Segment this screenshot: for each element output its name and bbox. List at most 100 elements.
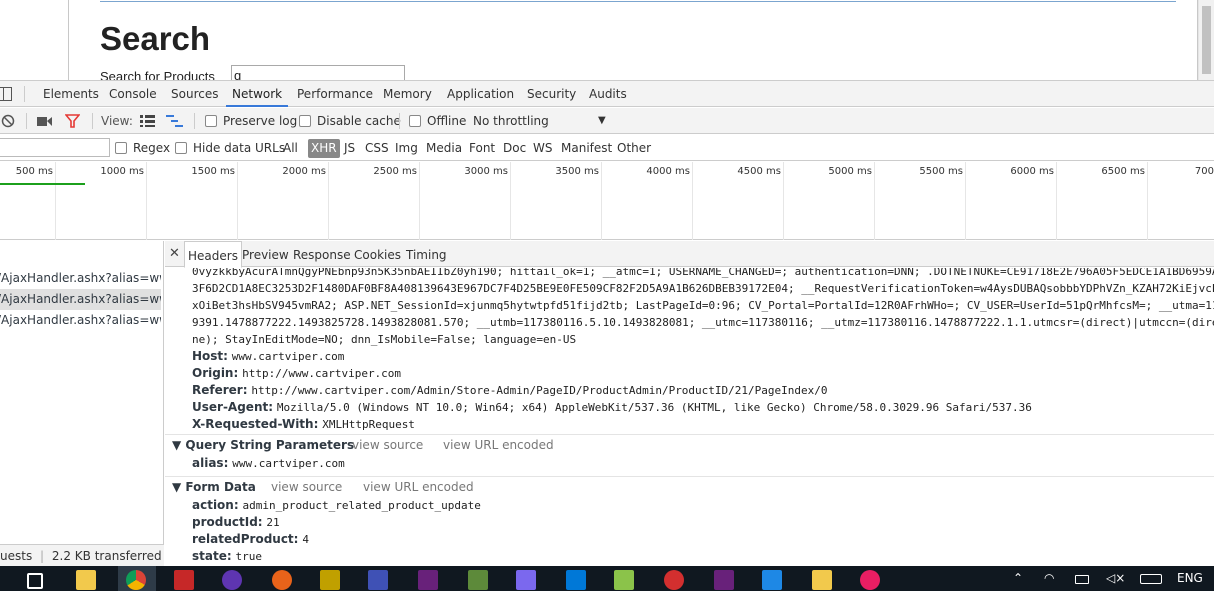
detail-tab-preview[interactable]: Preview	[242, 241, 289, 267]
filter-type-img[interactable]: Img	[392, 139, 421, 158]
hide-data-urls-checkbox[interactable]	[175, 142, 187, 154]
tab-performance[interactable]: Performance	[297, 81, 373, 107]
query-view-source-link[interactable]: view source	[352, 438, 423, 452]
filter-type-js[interactable]: JS	[341, 139, 358, 158]
large-rows-icon[interactable]	[140, 115, 155, 127]
filter-type-css[interactable]: CSS	[362, 139, 392, 158]
filezilla-icon[interactable]	[174, 570, 194, 590]
form-data-toggle[interactable]: ▼ Form Data	[172, 480, 256, 494]
request-row[interactable]: /AjaxHandler.ashx?alias=www....	[0, 289, 161, 310]
tab-network[interactable]: Network	[226, 81, 289, 107]
file-explorer-icon[interactable]	[76, 570, 96, 590]
tab-sources[interactable]: Sources	[171, 81, 218, 107]
query-view-url-encoded-link[interactable]: view URL encoded	[443, 438, 554, 452]
transferred-size: 2.2 KB transferred	[51, 549, 162, 563]
power-icon[interactable]	[664, 570, 684, 590]
windows-defender-icon[interactable]	[566, 570, 586, 590]
notepad-icon[interactable]	[468, 570, 488, 590]
vs-code-icon[interactable]	[222, 570, 242, 590]
disable-cache-checkbox[interactable]	[299, 115, 311, 127]
regex-checkbox[interactable]	[115, 142, 127, 154]
close-icon[interactable]: ✕	[169, 241, 180, 267]
form-view-source-link[interactable]: view source	[271, 480, 342, 494]
preserve-log-label: Preserve log	[223, 114, 298, 128]
waterfall-overview-icon[interactable]	[166, 115, 183, 127]
record-screenshots-icon[interactable]	[37, 116, 53, 127]
detail-tab-headers[interactable]: Headers	[184, 241, 242, 268]
keyboard-icon[interactable]	[1140, 574, 1162, 584]
tab-memory[interactable]: Memory	[383, 81, 432, 107]
visual-studio-icon[interactable]	[418, 570, 438, 590]
tab-elements[interactable]: Elements	[43, 81, 99, 107]
detail-tab-bar: ✕ Headers Preview Response Cookies Timin…	[165, 241, 1214, 268]
param-row: alias: www.cartviper.com	[192, 455, 345, 472]
timeline-gridline	[146, 162, 147, 240]
filter-type-doc[interactable]: Doc	[500, 139, 529, 158]
scrollbar-thumb[interactable]	[1202, 6, 1211, 74]
timeline-tick-label: 1500 ms	[191, 166, 235, 177]
filter-type-font[interactable]: Font	[466, 139, 498, 158]
filter-type-media[interactable]: Media	[423, 139, 465, 158]
timeline-tick-label: 3000 ms	[464, 166, 508, 177]
offline-checkbox[interactable]	[409, 115, 421, 127]
header-key: Referer:	[192, 383, 248, 397]
timeline-gridline	[237, 162, 238, 240]
throttling-select[interactable]: No throttling	[473, 108, 549, 134]
timeline-gridline	[1147, 162, 1148, 240]
header-row: Host: www.cartviper.com	[192, 348, 344, 365]
web-page-viewport: Search Search for Products q	[0, 0, 1214, 80]
filter-type-manifest[interactable]: Manifest	[558, 139, 615, 158]
network-overview-timeline[interactable]: 500 ms 1000 ms 1500 ms 2000 ms 2500 ms 3…	[0, 162, 1214, 240]
remote-desktop-icon[interactable]	[762, 570, 782, 590]
request-row[interactable]: /AjaxHandler.ashx?alias=www....	[0, 310, 161, 331]
chevron-up-icon[interactable]: ⌃	[1013, 571, 1023, 585]
header-divider	[100, 1, 1176, 2]
volume-icon[interactable]: ◁×	[1106, 571, 1125, 585]
clear-icon[interactable]	[1, 114, 15, 128]
visual-studio-icon[interactable]	[714, 570, 734, 590]
filter-input[interactable]	[0, 138, 110, 157]
param-row: state: true	[192, 548, 262, 565]
filter-type-other[interactable]: Other	[614, 139, 654, 158]
app-icon[interactable]	[812, 570, 832, 590]
form-view-url-encoded-link[interactable]: view URL encoded	[363, 480, 474, 494]
chevron-down-icon[interactable]: ▼	[598, 108, 606, 134]
timeline-tick-label: 700	[1194, 166, 1214, 177]
header-row: User-Agent: Mozilla/5.0 (Windows NT 10.0…	[192, 399, 1032, 416]
param-row: relatedProduct: 4	[192, 531, 309, 548]
tab-console[interactable]: Console	[109, 81, 157, 107]
filter-icon[interactable]	[65, 114, 80, 128]
task-view-icon[interactable]	[27, 573, 43, 589]
language-indicator[interactable]: ENG	[1177, 571, 1203, 585]
header-value: XMLHttpRequest	[322, 418, 415, 431]
page-scrollbar[interactable]	[1198, 0, 1214, 80]
detail-tab-response[interactable]: Response	[293, 241, 351, 267]
tab-application[interactable]: Application	[447, 81, 514, 107]
tab-security[interactable]: Security	[527, 81, 576, 107]
battery-icon[interactable]	[1075, 575, 1089, 584]
app-icon[interactable]	[614, 570, 634, 590]
filter-type-xhr[interactable]: XHR	[308, 139, 340, 158]
detail-tab-cookies[interactable]: Cookies	[354, 241, 401, 267]
page-left-border	[68, 0, 69, 80]
cookie-line: ne); StayInEditMode=NO; dnn_IsMobile=Fal…	[192, 333, 577, 346]
wifi-icon[interactable]: ◠	[1044, 571, 1054, 585]
app-icon[interactable]	[320, 570, 340, 590]
timeline-gridline	[510, 162, 511, 240]
dock-side-icon[interactable]	[0, 87, 12, 101]
mail-icon[interactable]	[516, 570, 536, 590]
summary-separator: |	[40, 549, 45, 563]
itunes-icon[interactable]	[860, 570, 880, 590]
filter-type-ws[interactable]: WS	[530, 139, 555, 158]
filter-type-all[interactable]: All	[280, 139, 301, 158]
search-input[interactable]: q	[231, 65, 405, 80]
firefox-icon[interactable]	[272, 570, 292, 590]
query-string-toggle[interactable]: ▼ Query String Parameters	[172, 438, 354, 452]
chrome-icon[interactable]	[126, 570, 146, 590]
tab-audits[interactable]: Audits	[589, 81, 627, 107]
request-row[interactable]: /AjaxHandler.ashx?alias=www....	[0, 268, 161, 289]
app-icon[interactable]	[368, 570, 388, 590]
header-value: www.cartviper.com	[231, 350, 345, 363]
preserve-log-checkbox[interactable]	[205, 115, 217, 127]
detail-tab-timing[interactable]: Timing	[406, 241, 447, 267]
